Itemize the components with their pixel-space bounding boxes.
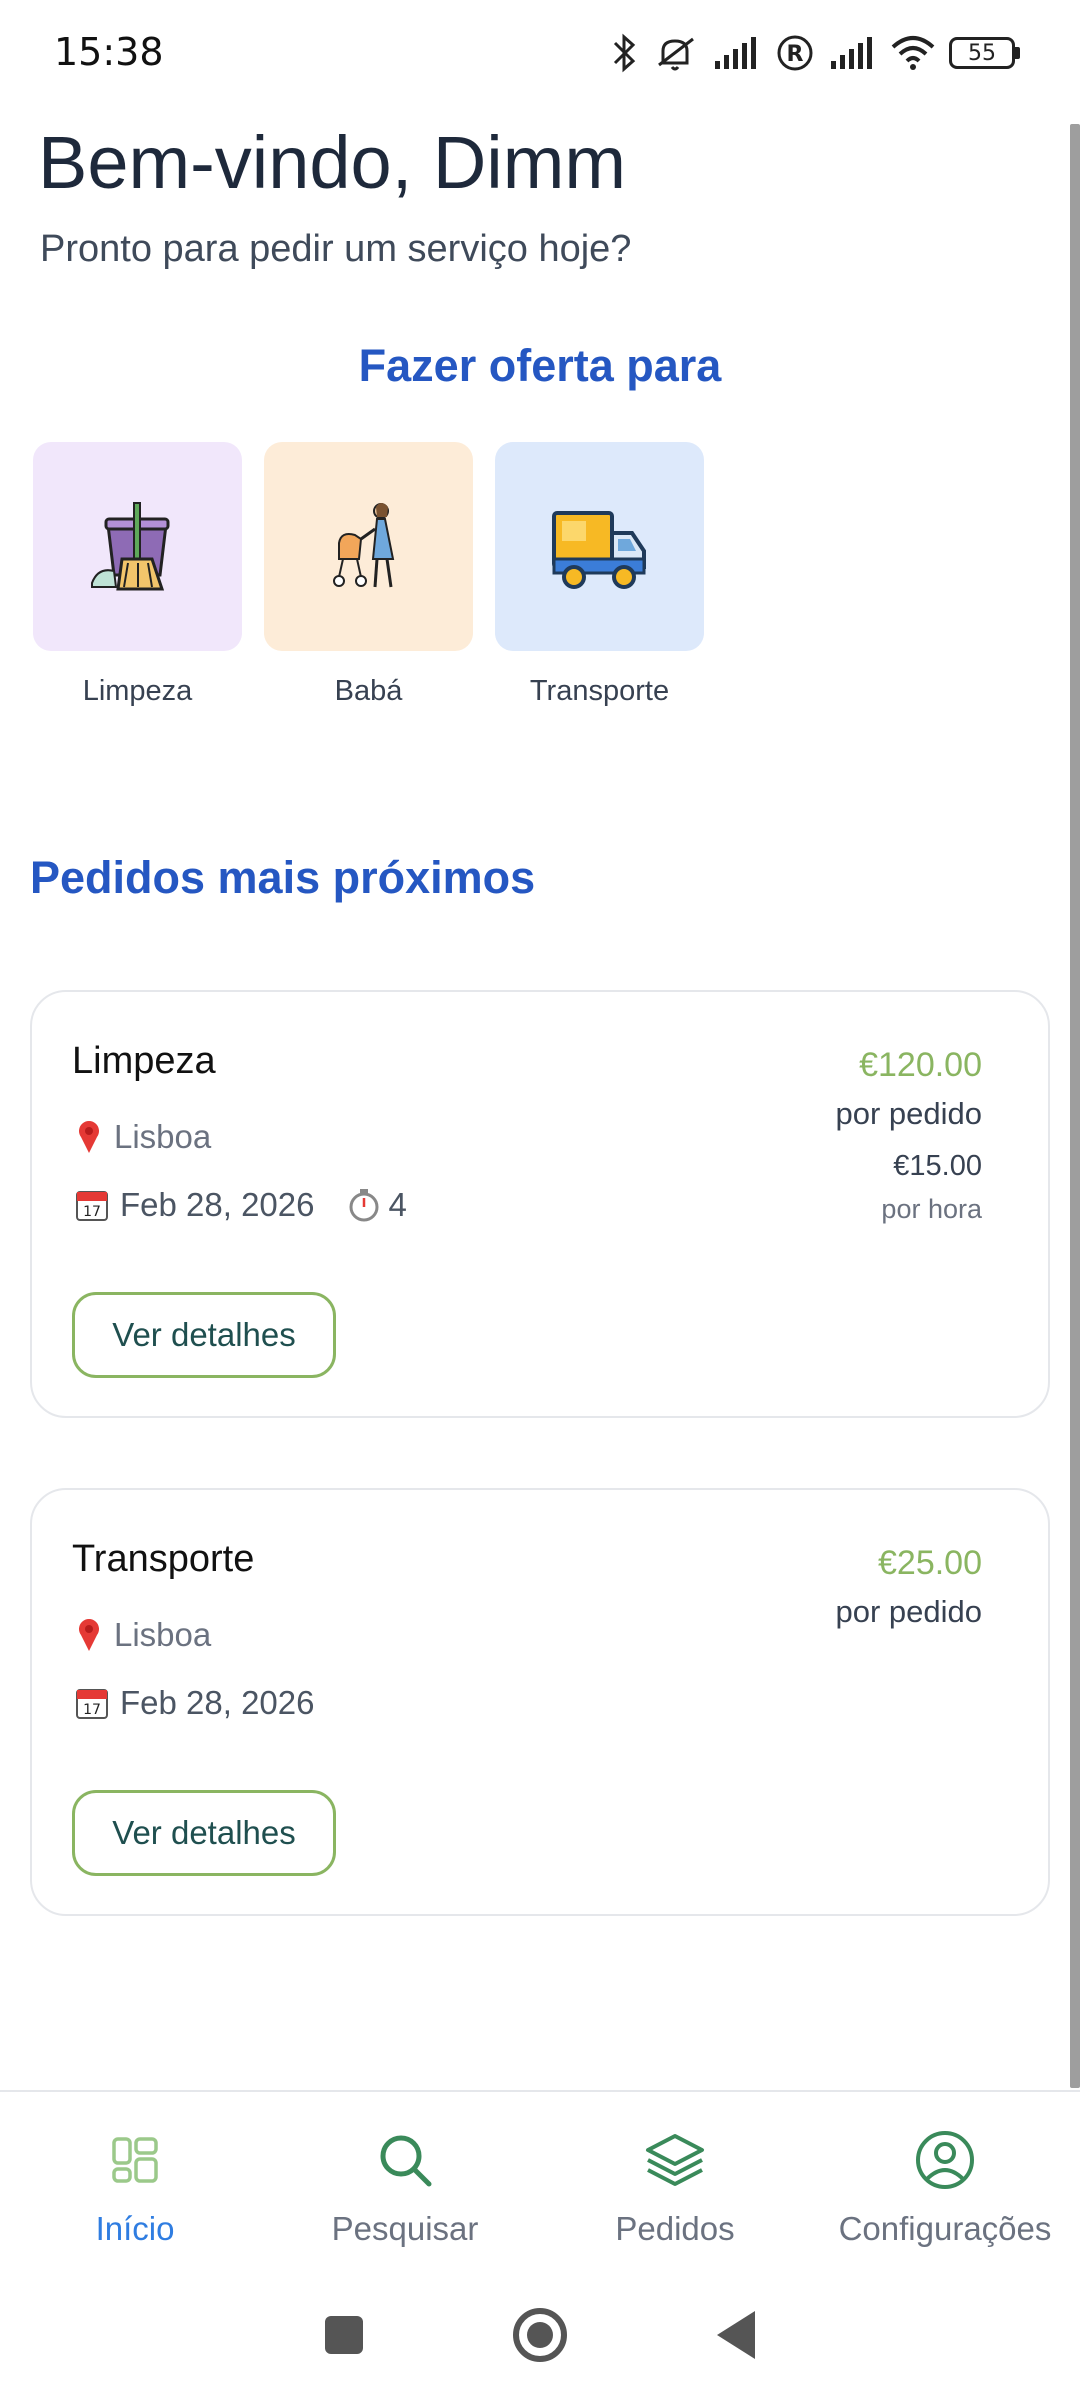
order-title: Limpeza — [72, 1040, 216, 1082]
page-title: Bem-vindo, Dimm — [38, 121, 626, 204]
category-tile[interactable] — [495, 442, 704, 651]
order-card: Limpeza Lisboa 17 Feb 28, 2026 4 €120.00… — [30, 990, 1050, 1418]
order-price: €120.00 — [859, 1046, 982, 1084]
recents-button[interactable] — [325, 2316, 363, 2354]
offer-heading: Fazer oferta para — [358, 340, 722, 391]
stopwatch-icon — [349, 1189, 378, 1222]
bluetooth-icon — [613, 33, 636, 73]
search-icon — [375, 2128, 435, 2192]
pin-icon — [79, 1121, 99, 1153]
user-circle-icon — [914, 2128, 976, 2192]
home-button[interactable] — [513, 2308, 567, 2362]
bottom-nav: Início Pesquisar Pedidos Configurações — [0, 2090, 1080, 2270]
order-price-unit: por pedido — [835, 1096, 982, 1131]
order-date-text: Feb 28, 2026 — [120, 1684, 315, 1721]
wifi-icon — [891, 36, 935, 70]
category-label: Babá — [334, 675, 403, 707]
scrollbar[interactable] — [1070, 124, 1080, 2088]
order-title: Transporte — [72, 1538, 255, 1580]
order-duration: 4 — [347, 1186, 407, 1224]
delivery-truck-icon — [551, 510, 646, 589]
nanny-stroller-icon — [332, 502, 394, 587]
nav-label: Pedidos — [615, 2210, 735, 2247]
battery-level: 55 — [949, 37, 1015, 69]
category-tile[interactable] — [264, 442, 473, 651]
system-nav — [0, 2270, 1080, 2400]
order-date-text: Feb 28, 2026 — [120, 1186, 315, 1223]
category-baba[interactable]: Babá — [264, 442, 473, 708]
status-bar: 15:38 R 55 — [0, 0, 1080, 110]
signal-icon — [831, 37, 872, 69]
signal-icon — [715, 37, 756, 69]
nav-label: Início — [95, 2210, 175, 2247]
layers-icon — [644, 2128, 706, 2192]
calendar-icon: 17 — [76, 1689, 108, 1719]
category-limpeza[interactable]: Limpeza — [33, 442, 242, 708]
battery-icon: 55 — [949, 37, 1020, 69]
nearby-heading: Pedidos mais próximos — [30, 852, 536, 903]
order-location-text: Lisboa — [114, 1118, 212, 1155]
svg-text:R: R — [787, 42, 804, 67]
details-button[interactable]: Ver detalhes — [72, 1790, 336, 1876]
order-date: 17 Feb 28, 2026 — [74, 1684, 315, 1722]
status-icons: R 55 — [611, 28, 1020, 78]
nav-item-pedidos[interactable]: Pedidos — [540, 2092, 810, 2270]
order-card: Transporte Lisboa 17 Feb 28, 2026 €25.00… — [30, 1488, 1050, 1916]
nav-label: Pesquisar — [331, 2210, 479, 2247]
category-label: Limpeza — [82, 675, 193, 707]
order-date: 17 Feb 28, 2026 4 — [74, 1186, 407, 1224]
grid-icon — [110, 2128, 160, 2192]
page-subtitle: Pronto para pedir um serviço hoje? — [40, 228, 632, 270]
order-location-text: Lisboa — [114, 1616, 212, 1653]
roaming-icon: R — [777, 35, 813, 71]
svg-text:17: 17 — [83, 1702, 101, 1718]
calendar-icon: 17 — [76, 1191, 108, 1221]
category-list: Limpeza Babá Transporte — [33, 442, 704, 708]
order-price: €25.00 — [878, 1544, 982, 1582]
nav-item-inicio[interactable]: Início — [0, 2092, 270, 2270]
order-price-unit: por pedido — [835, 1594, 982, 1629]
details-button[interactable]: Ver detalhes — [72, 1292, 336, 1378]
status-time: 15:38 — [54, 30, 164, 74]
order-location: Lisboa — [74, 1118, 211, 1156]
order-location: Lisboa — [74, 1616, 211, 1654]
cleaning-bucket-icon — [90, 501, 169, 590]
order-duration-text: 4 — [388, 1186, 407, 1223]
nav-item-configuracoes[interactable]: Configurações — [810, 2092, 1080, 2270]
svg-text:17: 17 — [83, 1204, 101, 1220]
category-label: Transporte — [529, 675, 670, 707]
pin-icon — [79, 1619, 99, 1651]
order-hourly-unit: por hora — [881, 1194, 982, 1224]
category-transporte[interactable]: Transporte — [495, 442, 704, 708]
nav-label: Configurações — [838, 2210, 1052, 2247]
order-hourly-price: €15.00 — [893, 1150, 982, 1182]
nav-item-pesquisar[interactable]: Pesquisar — [270, 2092, 540, 2270]
back-button[interactable] — [717, 2311, 755, 2359]
mute-icon — [658, 37, 694, 71]
category-tile[interactable] — [33, 442, 242, 651]
